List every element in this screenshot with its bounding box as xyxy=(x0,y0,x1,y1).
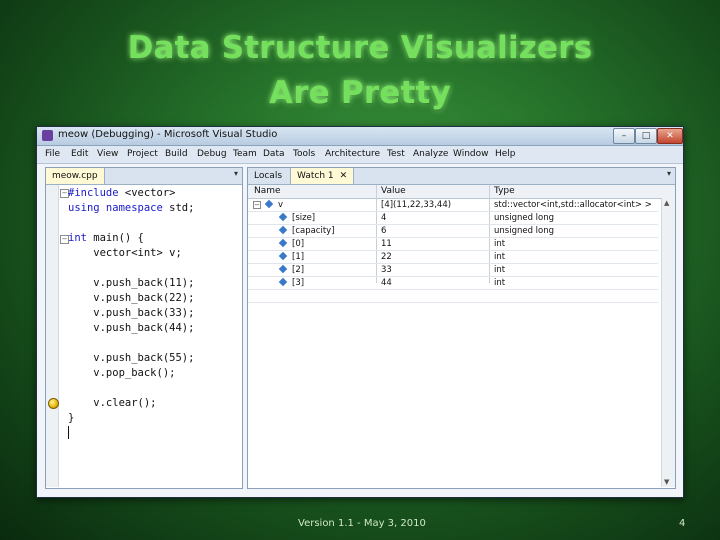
cell-type: int xyxy=(494,278,506,288)
field-icon xyxy=(278,212,288,222)
scroll-up-icon[interactable]: ▲ xyxy=(664,199,669,207)
menu-architecture[interactable]: Architecture xyxy=(325,149,380,159)
close-icon[interactable]: ✕ xyxy=(340,171,348,181)
collapse-icon[interactable]: − xyxy=(253,201,261,209)
menu-data[interactable]: Data xyxy=(263,149,285,159)
code-line: vector<int> v; xyxy=(68,247,182,259)
close-button[interactable]: ✕ xyxy=(657,128,683,144)
current-statement-icon xyxy=(48,398,59,409)
text-cursor xyxy=(68,426,69,439)
cell-value: 33 xyxy=(381,265,392,275)
table-row[interactable]: [1] 22 int xyxy=(248,251,658,264)
cell-name: [3] xyxy=(292,278,305,288)
slide-footer: Version 1.1 - May 3, 2010 xyxy=(298,518,426,529)
slide-title-line2: Are Pretty xyxy=(269,75,451,111)
cell-type: std::vector<int,std::allocator<int> > xyxy=(494,200,652,210)
chevron-down-icon[interactable]: ▾ xyxy=(667,169,671,178)
cell-value: 4 xyxy=(381,213,387,223)
menu-test[interactable]: Test xyxy=(387,149,405,159)
cell-type: unsigned long xyxy=(494,226,555,236)
watch-window: Locals Watch 1 ✕ ▾ Name Value Type − v [4… xyxy=(247,167,676,489)
maximize-button[interactable]: □ xyxy=(635,128,657,144)
field-icon xyxy=(278,264,288,274)
table-row[interactable]: − v [4](11,22,33,44) std::vector<int,std… xyxy=(248,199,658,212)
table-row[interactable]: [2] 33 int xyxy=(248,264,658,277)
code-editor[interactable]: meow.cpp ▾ − − #include <vector> using n… xyxy=(45,167,243,489)
menu-view[interactable]: View xyxy=(97,149,118,159)
cell-type: unsigned long xyxy=(494,213,555,223)
table-row-empty[interactable] xyxy=(248,290,658,303)
cell-name: [0] xyxy=(292,239,305,249)
cell-name: v xyxy=(278,200,284,210)
tab-locals[interactable]: Locals xyxy=(248,168,288,184)
table-row[interactable]: [3] 44 int xyxy=(248,277,658,290)
cell-value: 22 xyxy=(381,252,392,262)
code-line: v.push_back(33); xyxy=(68,307,195,319)
field-icon xyxy=(278,225,288,235)
watch-grid-header: Name Value Type xyxy=(248,185,675,199)
cell-value: 11 xyxy=(381,239,392,249)
cell-type: int xyxy=(494,239,506,249)
code-line: #include <vector> xyxy=(68,187,176,199)
field-icon xyxy=(278,251,288,261)
window-titlebar[interactable]: meow (Debugging) - Microsoft Visual Stud… xyxy=(37,127,683,146)
tab-watch-1[interactable]: Watch 1 ✕ xyxy=(290,168,355,184)
column-header-name[interactable]: Name xyxy=(254,186,281,196)
menu-team[interactable]: Team xyxy=(233,149,257,159)
code-line: v.push_back(22); xyxy=(68,292,195,304)
editor-tab-bar: meow.cpp ▾ xyxy=(46,168,242,185)
code-line: v.push_back(55); xyxy=(68,352,195,364)
cell-name: [size] xyxy=(292,213,316,223)
cell-name: [1] xyxy=(292,252,305,262)
menu-tools[interactable]: Tools xyxy=(293,149,315,159)
visual-studio-window: meow (Debugging) - Microsoft Visual Stud… xyxy=(36,126,684,498)
code-line: int main() { xyxy=(68,232,144,244)
table-row[interactable]: [size] 4 unsigned long xyxy=(248,212,658,225)
menu-bar: File Edit View Project Build Debug Team … xyxy=(37,146,683,164)
window-title: meow (Debugging) - Microsoft Visual Stud… xyxy=(58,129,278,140)
code-line-current: v.clear(); xyxy=(68,397,157,409)
slide-title-line1: Data Structure Visualizers xyxy=(127,30,593,66)
tab-meow-cpp[interactable]: meow.cpp xyxy=(46,168,105,184)
cell-value: 44 xyxy=(381,278,392,288)
column-header-value[interactable]: Value xyxy=(381,186,406,196)
variable-icon xyxy=(264,199,274,209)
table-row[interactable]: [0] 11 int xyxy=(248,238,658,251)
menu-edit[interactable]: Edit xyxy=(71,149,88,159)
field-icon xyxy=(278,238,288,248)
menu-project[interactable]: Project xyxy=(127,149,158,159)
column-header-type[interactable]: Type xyxy=(494,186,515,196)
scroll-down-icon[interactable]: ▼ xyxy=(664,478,669,486)
menu-analyze[interactable]: Analyze xyxy=(413,149,448,159)
table-row[interactable]: [capacity] 6 unsigned long xyxy=(248,225,658,238)
field-icon xyxy=(278,277,288,287)
cell-name: [2] xyxy=(292,265,305,275)
vertical-scrollbar[interactable]: ▲ ▼ xyxy=(661,198,675,487)
cell-value: [4](11,22,33,44) xyxy=(381,200,452,210)
editor-margin xyxy=(46,185,59,487)
cell-type: int xyxy=(494,252,506,262)
page-number: 4 xyxy=(679,518,686,529)
tab-watch-1-label: Watch 1 xyxy=(297,171,334,181)
code-line: using namespace std; xyxy=(68,202,195,214)
visual-studio-icon xyxy=(42,130,53,141)
menu-debug[interactable]: Debug xyxy=(197,149,227,159)
minimize-button[interactable]: – xyxy=(613,128,635,144)
code-line: v.pop_back(); xyxy=(68,367,176,379)
cell-type: int xyxy=(494,265,506,275)
watch-tab-bar: Locals Watch 1 ✕ ▾ xyxy=(248,168,675,185)
menu-window[interactable]: Window xyxy=(453,149,489,159)
menu-help[interactable]: Help xyxy=(495,149,516,159)
menu-build[interactable]: Build xyxy=(165,149,188,159)
code-line: } xyxy=(68,412,75,424)
code-line: v.push_back(44); xyxy=(68,322,195,334)
chevron-down-icon[interactable]: ▾ xyxy=(234,169,238,178)
menu-file[interactable]: File xyxy=(45,149,60,159)
cell-value: 6 xyxy=(381,226,387,236)
cell-name: [capacity] xyxy=(292,226,335,236)
code-line: v.push_back(11); xyxy=(68,277,195,289)
